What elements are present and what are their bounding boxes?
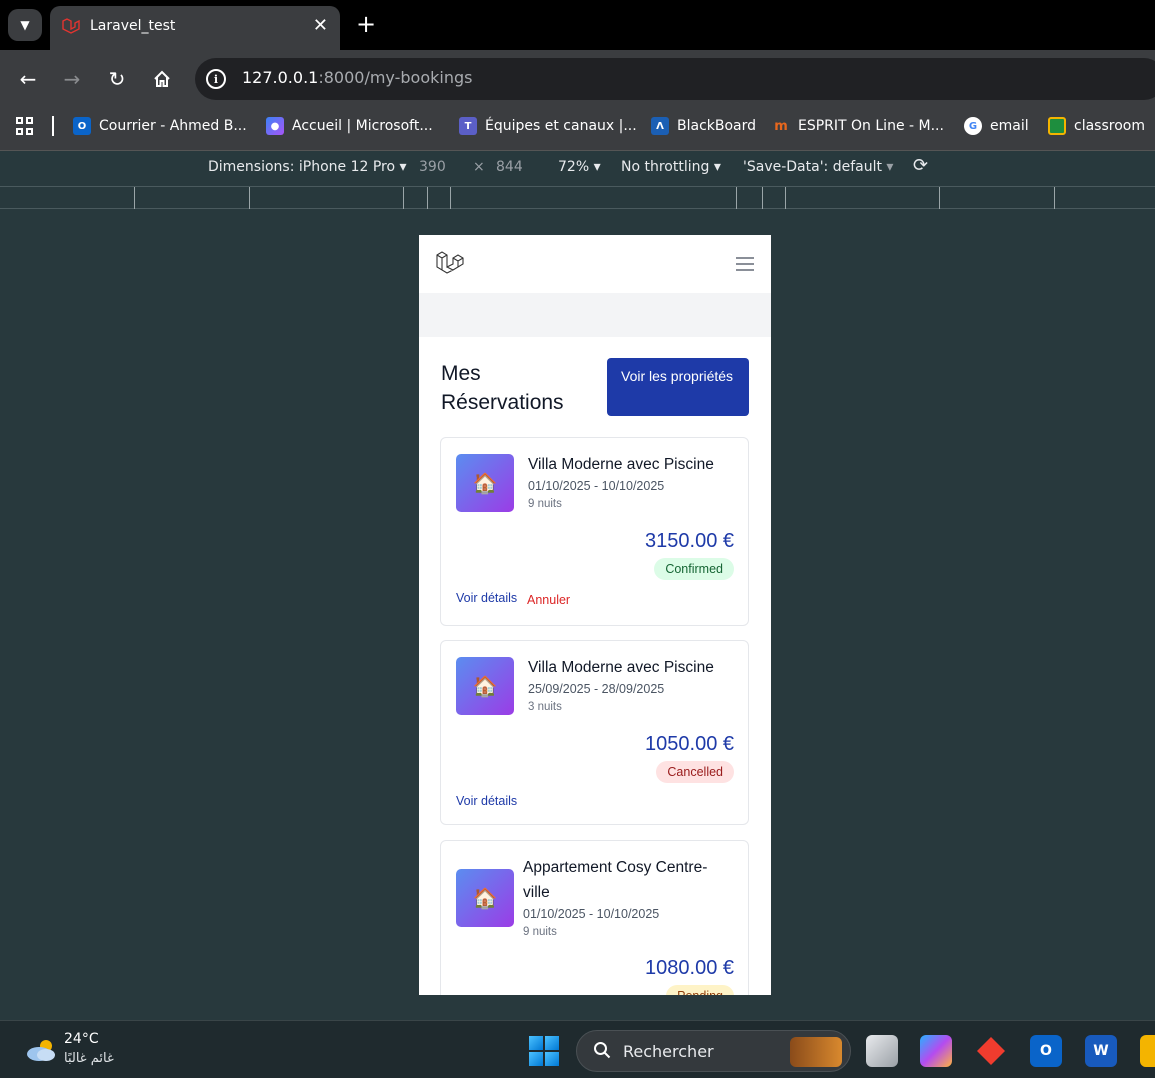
bookmark-equipes[interactable]: T Équipes et canaux |... [459,114,637,138]
app-header [419,235,771,293]
booking-card: 🏠 Villa Moderne avec Piscine 01/10/2025 … [440,437,749,626]
site-info-icon[interactable]: i [206,69,226,89]
page-header-band [419,293,771,337]
close-icon[interactable]: ✕ [313,15,328,36]
booking-price: 1050.00 € [645,733,734,755]
new-tab-button[interactable]: + [356,10,376,38]
booking-price: 3150.00 € [645,530,734,552]
property-name: Villa Moderne avec Piscine [528,456,714,473]
cloudy-weather-icon[interactable] [24,1037,58,1063]
times-icon: × [473,159,485,175]
save-data-select[interactable]: 'Save-Data': default ▾ [743,159,893,175]
hamburger-menu-icon[interactable] [736,257,754,271]
word-icon[interactable]: W [1085,1035,1117,1067]
bookmark-courrier[interactable]: O Courrier - Ahmed B... [73,114,247,138]
windows-start-icon[interactable] [529,1036,559,1066]
booking-nights: 3 nuits [528,701,562,713]
booking-nights: 9 nuits [523,926,557,938]
file-explorer-icon[interactable] [1140,1035,1155,1067]
booking-dates: 01/10/2025 - 10/10/2025 [523,907,660,921]
search-placeholder: Rechercher [623,1042,714,1061]
tab-search-button[interactable]: ▼ [8,9,42,41]
house-icon: 🏠 [456,657,514,715]
search-icon [594,1042,611,1059]
booking-dates: 01/10/2025 - 10/10/2025 [528,479,665,493]
task-view-icon[interactable] [866,1035,898,1067]
copilot-icon: ● [266,117,284,135]
git-app-icon[interactable] [975,1035,1007,1067]
teams-icon: T [459,117,477,135]
classroom-icon [1048,117,1066,135]
view-details-link[interactable]: Voir détails [456,794,517,808]
cancel-booking-link[interactable]: Annuler [527,593,570,607]
page-title-row: Mes Réservations Voir les propriétés [419,337,771,437]
device-toolbar: Dimensions: iPhone 12 Pro ▾ 390 × 844 72… [0,150,1155,186]
booking-price: 1080.00 € [645,957,734,979]
apps-grid-icon[interactable] [16,117,34,135]
bookmark-email[interactable]: G email [964,114,1029,138]
bookmark-accueil-microsoft[interactable]: ● Accueil | Microsoft... [266,114,433,138]
booking-dates: 25/09/2025 - 28/09/2025 [528,682,665,696]
bookmark-esprit[interactable]: m ESPRIT On Line - M... [772,114,944,138]
taskbar: 24°C غائم غالبًا Rechercher O W [0,1020,1155,1078]
taskbar-search[interactable]: Rechercher [576,1030,851,1072]
browser-tab[interactable]: Laravel_test ✕ [50,6,340,50]
throttling-select[interactable]: No throttling ▾ [621,159,721,175]
device-dimensions-select[interactable]: Dimensions: iPhone 12 Pro ▾ [208,159,407,175]
search-highlight-image [790,1037,842,1067]
house-icon: 🏠 [456,454,514,512]
device-viewport: Mes Réservations Voir les propriétés 🏠 V… [419,235,771,995]
back-icon[interactable]: ← [13,64,43,94]
bookmark-classroom[interactable]: classroom [1048,114,1145,138]
property-name: Appartement Cosy Centre-ville [523,859,708,901]
chevron-down-icon: ▼ [20,18,30,32]
url-text: 127.0.0.1:8000/my-bookings [242,68,473,87]
reload-icon[interactable]: ↻ [102,64,132,94]
house-icon: 🏠 [456,869,514,927]
outlook-icon[interactable]: O [1030,1035,1062,1067]
address-bar[interactable]: i 127.0.0.1:8000/my-bookings [195,58,1155,100]
blackboard-icon: Λ [651,117,669,135]
status-badge: Cancelled [656,761,734,783]
weather-condition: غائم غالبًا [64,1051,114,1066]
device-width-input[interactable]: 390 [419,159,446,175]
bookmark-separator [52,116,54,136]
booking-card: 🏠 Villa Moderne avec Piscine 25/09/2025 … [440,640,749,825]
bookmarks-bar: O Courrier - Ahmed B... ● Accueil | Micr… [0,108,1155,150]
page-title: Mes Réservations [441,362,564,414]
property-name: Villa Moderne avec Piscine [528,659,714,676]
tab-strip: ▼ Laravel_test ✕ + [0,0,1155,50]
laravel-logo-icon[interactable] [435,249,465,279]
google-icon: G [964,117,982,135]
rotate-icon[interactable]: ⟳ [913,155,928,176]
view-properties-button[interactable]: Voir les propriétés [607,358,749,416]
browser-toolbar: ← → ↻ i 127.0.0.1:8000/my-bookings [0,50,1155,108]
tab-title: Laravel_test [90,18,176,34]
status-badge: Confirmed [654,558,734,580]
media-query-ruler [0,186,1155,209]
status-badge: Pending [666,985,734,995]
zoom-select[interactable]: 72% ▾ [558,159,601,175]
weather-temperature: 24°C [64,1031,99,1047]
booking-card: 🏠 Appartement Cosy Centre-ville 01/10/20… [440,840,749,995]
copilot-icon[interactable] [920,1035,952,1067]
esprit-icon: m [774,118,788,134]
forward-icon[interactable]: → [57,64,87,94]
device-height-input[interactable]: 844 [496,159,523,175]
home-icon[interactable] [147,64,177,94]
booking-nights: 9 nuits [528,498,562,510]
bookmark-blackboard[interactable]: Λ BlackBoard [651,114,756,138]
view-details-link[interactable]: Voir détails [456,591,517,605]
outlook-icon: O [73,117,91,135]
laravel-icon [62,18,80,34]
